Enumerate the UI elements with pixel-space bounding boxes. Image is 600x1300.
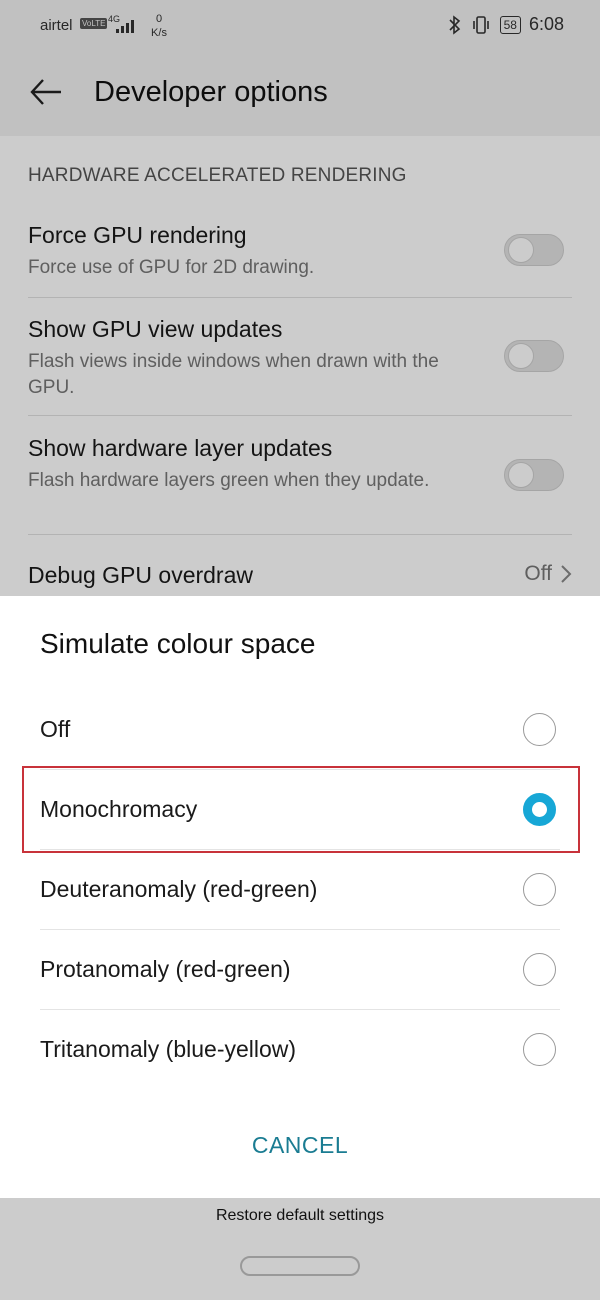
option-deuteranomaly[interactable]: Deuteranomaly (red-green) bbox=[40, 850, 560, 930]
radio-button[interactable] bbox=[523, 873, 556, 906]
option-label: Deuteranomaly (red-green) bbox=[40, 876, 318, 902]
option-protanomaly[interactable]: Protanomaly (red-green) bbox=[40, 930, 560, 1010]
option-tritanomaly[interactable]: Tritanomaly (blue-yellow) bbox=[40, 1010, 560, 1090]
radio-button[interactable] bbox=[523, 953, 556, 986]
option-label: Off bbox=[40, 716, 71, 742]
cancel-button[interactable]: CANCEL bbox=[200, 1132, 400, 1172]
dialog-title: Simulate colour space bbox=[40, 628, 316, 659]
option-off[interactable]: Off bbox=[40, 690, 560, 770]
restore-default-settings[interactable]: Restore default settings bbox=[0, 1207, 600, 1225]
bottom-bar: Restore default settings bbox=[0, 1198, 600, 1300]
simulate-colour-space-dialog: Simulate colour space Off Monochromacy D… bbox=[0, 596, 600, 1198]
radio-button[interactable] bbox=[523, 1033, 556, 1066]
radio-button[interactable] bbox=[523, 713, 556, 746]
selection-highlight-box bbox=[22, 766, 580, 853]
option-label: Protanomaly (red-green) bbox=[40, 956, 291, 982]
home-indicator[interactable] bbox=[240, 1256, 360, 1276]
option-label: Tritanomaly (blue-yellow) bbox=[40, 1036, 297, 1062]
